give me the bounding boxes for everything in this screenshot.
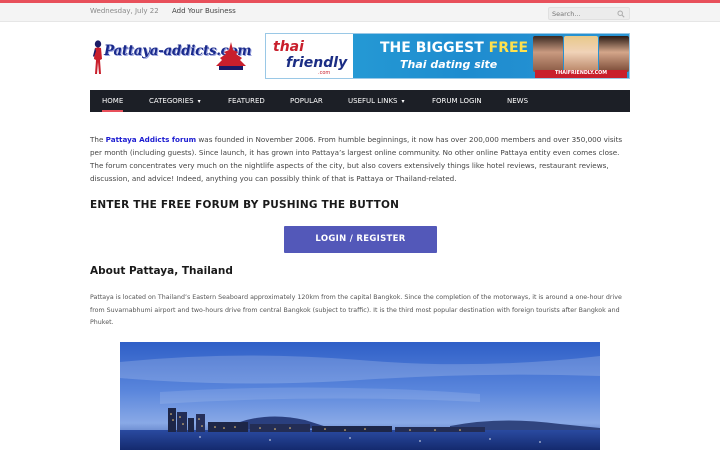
forum-link[interactable]: Pattaya Addicts forum — [106, 135, 196, 144]
ad-photo-1 — [533, 36, 563, 72]
about-paragraph: Pattaya is located on Thailand’s Eastern… — [90, 294, 622, 326]
top-bar: Wednesday, July 22 Add Your Business — [0, 3, 720, 22]
nav-item-home[interactable]: HOME — [102, 90, 124, 112]
bay-skyline-image — [120, 342, 600, 450]
ad-headline-free: FREE — [488, 40, 529, 56]
nav-item-featured[interactable]: FEATURED — [228, 90, 265, 112]
ad-brand-line2: friendly — [286, 55, 348, 71]
nav-item-news[interactable]: NEWS — [507, 90, 528, 112]
ad-photos — [533, 36, 629, 72]
site-header: Pattaya-addicts.com thai friendly .com T… — [0, 22, 720, 90]
ad-headline-pre: THE BIGGEST — [380, 40, 489, 56]
ad-photo-2 — [564, 36, 598, 72]
site-logo[interactable]: Pattaya-addicts.com — [90, 40, 252, 78]
ad-photo-3 — [599, 36, 629, 72]
nav-item-label: USEFUL LINKS — [348, 97, 398, 105]
nav-item-forum-login[interactable]: FORUM LOGIN — [432, 90, 482, 112]
login-register-button[interactable]: LOGIN / REGISTER — [284, 226, 437, 253]
ad-subline: Thai dating site — [400, 58, 498, 71]
main-nav: HOME CATEGORIES ▾ FEATURED POPULAR USEFUL… — [90, 90, 630, 112]
add-business-link[interactable]: Add Your Business — [172, 7, 236, 15]
ad-url-label: THAIFRIENDLY.COM — [535, 70, 627, 78]
chevron-down-icon: ▾ — [197, 98, 201, 105]
search-box — [548, 7, 630, 20]
about-heading: About Pattaya, Thailand — [90, 265, 233, 277]
search-input[interactable] — [552, 9, 614, 19]
nav-item-categories[interactable]: CATEGORIES ▾ — [149, 90, 201, 112]
intro-paragraph: The Pattaya Addicts forum was founded in… — [90, 133, 630, 185]
temple-icon — [216, 42, 246, 70]
ad-brand-sub: .com — [318, 70, 331, 76]
nav-item-popular[interactable]: POPULAR — [290, 90, 323, 112]
nav-item-useful-links[interactable]: USEFUL LINKS ▾ — [348, 90, 405, 112]
date-label: Wednesday, July 22 — [90, 7, 159, 15]
forum-heading: ENTER THE FREE FORUM BY PUSHING THE BUTT… — [90, 199, 400, 211]
ad-brand-line1: thai — [273, 39, 304, 55]
ad-headline: THE BIGGEST FREE — [380, 40, 528, 56]
search-icon[interactable] — [617, 10, 625, 18]
intro-prefix: The — [90, 135, 106, 144]
ad-brand-panel: thai friendly .com — [266, 34, 353, 78]
pattaya-bay-photo — [120, 342, 600, 450]
chevron-down-icon: ▾ — [401, 98, 405, 105]
nav-item-label: CATEGORIES — [149, 97, 194, 105]
ad-banner[interactable]: thai friendly .com THE BIGGEST FREE Thai… — [265, 33, 630, 79]
